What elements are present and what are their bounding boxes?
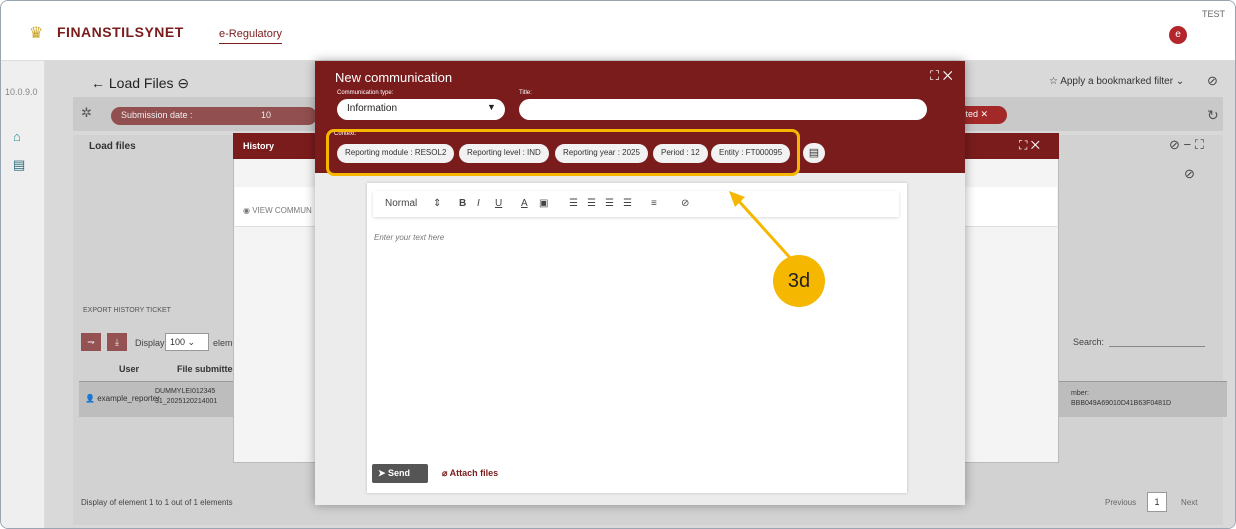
user-cell: 👤 example_reporter [85,394,160,403]
view-comm-label: VIEW COMMUN [252,206,312,215]
filter-value: 10 [261,110,272,120]
italic-icon[interactable]: I [477,198,480,209]
title-input[interactable] [519,99,927,120]
help-icon-secondary[interactable]: ⊘ [1184,166,1195,182]
bookmark-filter[interactable]: ☆ Apply a bookmarked filter ⌄ [1049,76,1184,87]
message-icon[interactable]: ▤ [13,157,25,173]
refresh-icon[interactable]: ↻ [1207,107,1219,124]
text-color-icon[interactable]: A [521,198,528,209]
document-icon[interactable]: ▤ [803,143,825,163]
panel-label: Load files [89,141,136,152]
file-line-2: 31_2025120214001 [155,398,218,405]
outdent-icon[interactable]: ☰ [623,198,632,209]
editor-body[interactable]: Enter your text here [374,233,444,242]
attach-files-button[interactable]: ⌀ Attach files [442,468,498,479]
filter-icon[interactable]: ✲ [81,105,92,121]
bullet-list-icon[interactable]: ☰ [587,198,596,209]
pager-previous[interactable]: Previous [1105,498,1136,507]
history-controls[interactable]: ⛶ ✕ [1019,138,1040,153]
brand-name: Finanstilsynet [57,24,184,40]
column-file[interactable]: File submitted [177,364,238,374]
hash-line-1: mber: [1071,390,1089,397]
pin-button[interactable]: ⇁ [81,333,101,351]
search-label: Search: [1073,337,1105,347]
user-name: example_reporter [97,394,160,403]
column-user[interactable]: User [119,364,139,374]
modal-controls[interactable]: ⛶ ✕ [930,68,953,84]
pager-page[interactable]: 1 [1147,492,1167,512]
top-header [1,1,1235,61]
page-title: ← Load Files ⊖ [91,75,190,91]
display-info: Display of element 1 to 1 out of 1 eleme… [81,498,233,507]
caret-down-icon: ▼ [487,102,496,112]
history-title: History [243,141,275,151]
help-icon[interactable]: ⊘ [1207,73,1218,89]
crown-icon: ♛ [29,25,44,42]
display-value: 100 [170,337,186,347]
home-icon[interactable]: ⌂ [13,129,21,144]
nav-e-regulatory[interactable]: e-Regulatory [219,28,282,44]
search-input[interactable] [1109,346,1205,347]
table-toolbar[interactable]: EXPORT HISTORY TICKET [83,307,171,314]
download-button[interactable]: ⤓ [107,333,127,351]
pager-next[interactable]: Next [1181,498,1197,507]
view-communication[interactable]: ◉ VIEW COMMUN [243,206,312,215]
ordered-list-icon[interactable]: ☰ [569,198,578,209]
bold-icon[interactable]: B [459,198,466,209]
editor-card [367,183,907,493]
bookmark-label: Apply a bookmarked filter [1060,76,1174,87]
file-line-1: DUMMYLEI012345 [155,388,216,395]
underline-icon[interactable]: U [495,198,502,209]
app-window: ♛ Finanstilsynet e-Regulatory TEST e 10.… [0,0,1236,529]
format-select[interactable]: Normal [385,198,417,209]
display-select[interactable]: 100 ⌄ [165,333,209,351]
send-button[interactable]: ➤ Send [372,464,428,483]
step-callout: 3d [773,255,825,307]
filter-label: Submission date : [121,110,193,120]
align-icon[interactable]: ≡ [651,198,657,209]
left-rail [1,61,45,528]
display-label: Display [135,338,165,348]
hash-line-2: BBB049A69010D41B63F0481D [1071,400,1172,407]
title-label: Title: [519,90,532,96]
panel-controls[interactable]: ⊘ − ⛶ [1169,137,1204,153]
attach-label: Attach files [449,468,499,478]
comm-type-select[interactable]: Information [337,99,505,120]
version-label: 10.0.9.0 [5,87,38,97]
highlight-color-icon[interactable]: ▣ [539,198,548,209]
submission-date-filter[interactable]: Submission date : 10 [111,107,317,125]
comm-type-label: Communication type: [337,90,394,96]
modal-title: New communication [335,70,453,85]
context-highlight [326,129,800,176]
file-cell: DUMMYLEI012345 31_2025120214001 [155,387,217,407]
format-caret-icon[interactable]: ⇕ [433,198,441,209]
env-label: TEST [1201,9,1225,19]
link-icon[interactable]: ⊘ [681,198,689,209]
avatar[interactable]: e [1169,26,1187,44]
send-label: Send [388,468,411,478]
hash-cell: mber: BBB049A69010D41B63F0481D [1071,389,1171,409]
indent-icon[interactable]: ☰ [605,198,614,209]
